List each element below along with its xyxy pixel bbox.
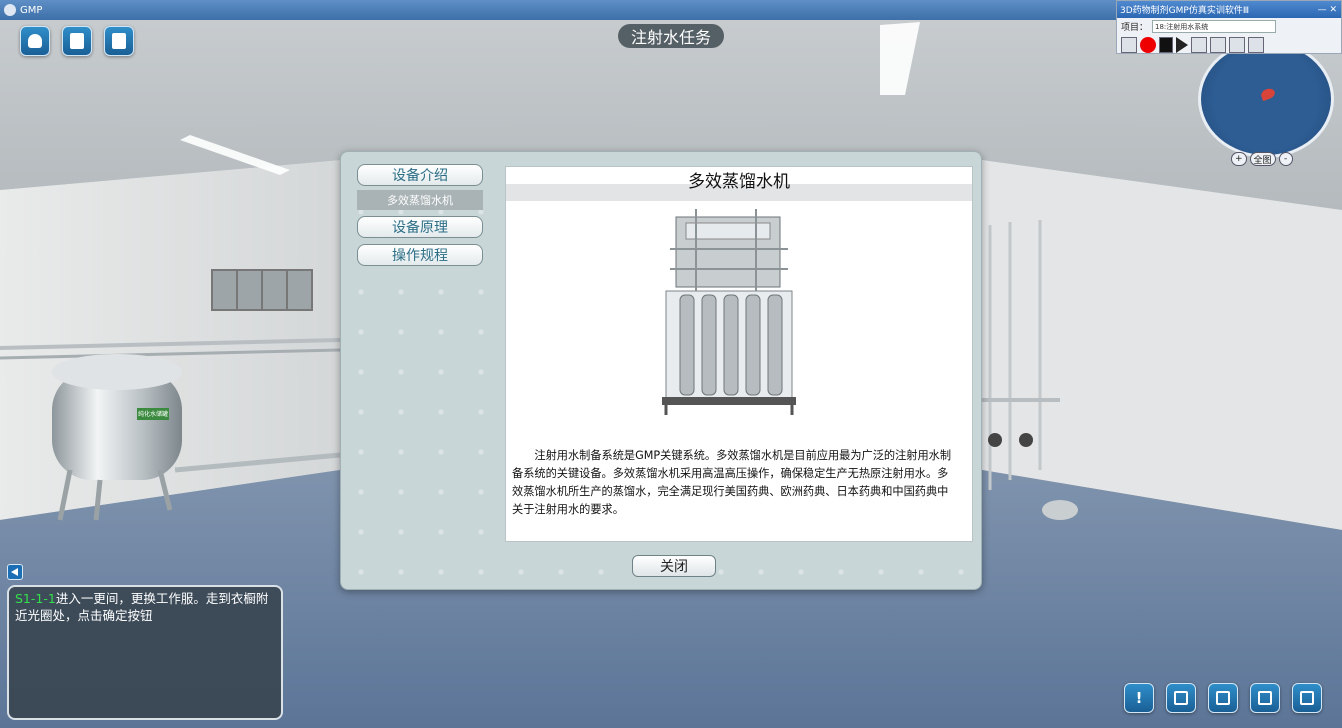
task-instruction-panel: S1-1-1进入一更间，更换工作服。走到衣橱附近光圈处，点击确定按钮 bbox=[7, 585, 283, 720]
task-title: 注射水任务 bbox=[618, 24, 724, 48]
app-icon bbox=[4, 4, 16, 16]
content-title: 多效蒸馏水机 bbox=[506, 167, 972, 201]
character-button[interactable] bbox=[20, 26, 50, 56]
project-label: 项目： bbox=[1121, 23, 1149, 33]
notebook-button[interactable] bbox=[104, 26, 134, 56]
nav-sub-distiller[interactable]: 多效蒸馏水机 bbox=[357, 190, 483, 210]
edit-icon bbox=[1174, 691, 1188, 705]
graduation-button[interactable] bbox=[1250, 683, 1280, 713]
records-button[interactable] bbox=[1208, 683, 1238, 713]
equipment-dialog: 设备介绍 多效蒸馏水机 设备原理 操作规程 多效蒸馏水机 注射用水制备系统是GM… bbox=[340, 151, 982, 590]
distiller-image bbox=[662, 209, 796, 415]
pause-button[interactable] bbox=[1159, 36, 1173, 53]
graduation-cap-icon bbox=[1258, 691, 1272, 705]
collapse-arrow-icon[interactable] bbox=[7, 564, 23, 580]
control-panel-title: 3D药物制剂GMP仿真实训软件Ⅲ bbox=[1120, 6, 1250, 16]
project-row: 项目： 18:注射用水系统 bbox=[1117, 18, 1341, 35]
zoom-in-button[interactable]: + bbox=[1231, 152, 1247, 166]
tank-label: 纯化水储罐 bbox=[137, 411, 168, 418]
app-name: GMP bbox=[20, 4, 43, 16]
content-description: 注射用水制备系统是GMP关键系统。多效蒸馏水机是目前应用最为广泛的注射用水制备系… bbox=[512, 449, 952, 516]
control-panel-header: 3D药物制剂GMP仿真实训软件Ⅲ — ✕ bbox=[1117, 1, 1341, 18]
lightning-icon[interactable] bbox=[1121, 36, 1137, 53]
bottom-right-toolbar: ! bbox=[1124, 683, 1322, 713]
top-left-toolbar bbox=[20, 26, 134, 56]
zoom-out-button[interactable]: - bbox=[1278, 152, 1293, 166]
clipboard-icon bbox=[70, 33, 84, 49]
nav-equipment-intro[interactable]: 设备介绍 bbox=[357, 164, 483, 186]
player-marker-icon bbox=[1259, 86, 1277, 102]
settings-icon[interactable] bbox=[1191, 36, 1207, 53]
alert-icon: ! bbox=[1135, 689, 1143, 707]
list-button[interactable] bbox=[1292, 683, 1322, 713]
project-value: 18:注射用水系统 bbox=[1155, 22, 1209, 31]
clipboard-button[interactable] bbox=[62, 26, 92, 56]
project-select[interactable]: 18:注射用水系统 bbox=[1152, 20, 1277, 33]
dialog-content: 多效蒸馏水机 注射用水制备系统是GMP关键系统。多效蒸馏水机是目前应用最为广泛的… bbox=[505, 166, 973, 542]
control-panel: 3D药物制剂GMP仿真实训软件Ⅲ — ✕ 项目： 18:注射用水系统 bbox=[1116, 0, 1342, 54]
notebook-icon bbox=[112, 33, 126, 49]
person-icon bbox=[28, 34, 42, 48]
alert-button[interactable]: ! bbox=[1124, 683, 1154, 713]
playback-controls bbox=[1117, 35, 1341, 54]
records-icon bbox=[1216, 691, 1230, 705]
close-button[interactable]: 关闭 bbox=[632, 555, 716, 577]
play-button[interactable] bbox=[1176, 36, 1188, 53]
camera-icon[interactable] bbox=[1229, 36, 1245, 53]
full-view-button[interactable]: 全图 bbox=[1249, 152, 1276, 166]
variable-icon[interactable] bbox=[1210, 36, 1226, 53]
task-code: S1-1-1 bbox=[15, 591, 56, 606]
edit-button[interactable] bbox=[1166, 683, 1196, 713]
nav-operating-procedure[interactable]: 操作规程 bbox=[357, 244, 483, 266]
record-button[interactable] bbox=[1140, 36, 1156, 53]
minimap[interactable] bbox=[1198, 40, 1334, 158]
dialog-nav: 设备介绍 多效蒸馏水机 设备原理 操作规程 bbox=[357, 164, 483, 272]
list-icon bbox=[1300, 691, 1314, 705]
nav-equipment-principle[interactable]: 设备原理 bbox=[357, 216, 483, 238]
window-controls[interactable]: — ✕ bbox=[1318, 5, 1337, 15]
target-icon[interactable] bbox=[1248, 36, 1264, 53]
minimap-controls: + 全图 - bbox=[1231, 152, 1293, 166]
